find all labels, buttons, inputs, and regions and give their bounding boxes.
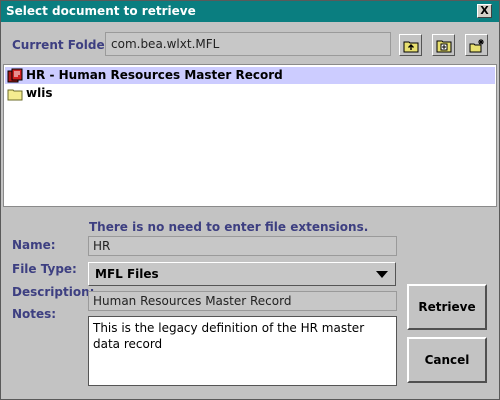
chevron-down-icon[interactable] <box>376 271 388 278</box>
notes-textarea[interactable]: This is the legacy definition of the HR … <box>88 316 397 386</box>
window-title: Select document to retrieve <box>6 4 196 18</box>
current-folder-label: Current Folder: <box>12 38 116 52</box>
description-field[interactable]: Human Resources Master Record <box>88 291 397 311</box>
file-list[interactable]: HR - Human Resources Master Record wlis <box>3 64 497 207</box>
document-icon <box>7 68 23 83</box>
file-item-wlis[interactable]: wlis <box>5 85 495 102</box>
folder-up-icon <box>403 41 419 53</box>
close-button[interactable]: X <box>477 4 492 18</box>
home-folder-button[interactable] <box>432 34 455 56</box>
retrieve-button[interactable]: Retrieve <box>407 284 487 330</box>
dialog-window: Select document to retrieve X Current Fo… <box>0 0 500 400</box>
new-folder-icon <box>469 39 484 53</box>
folder-home-icon <box>436 40 452 53</box>
file-type-value: MFL Files <box>95 267 159 281</box>
new-folder-button[interactable] <box>465 34 488 56</box>
file-item-hr[interactable]: HR - Human Resources Master Record <box>5 67 495 84</box>
file-type-label: File Type: <box>12 262 77 276</box>
notes-label: Notes: <box>12 307 57 321</box>
current-folder-field: com.bea.wlxt.MFL <box>105 32 391 56</box>
description-label: Description: <box>12 285 95 299</box>
folder-up-button[interactable] <box>399 34 422 56</box>
file-item-label: wlis <box>26 86 53 100</box>
file-type-select[interactable]: MFL Files <box>88 262 396 286</box>
name-label: Name: <box>12 238 56 252</box>
folder-icon <box>7 89 23 101</box>
title-bar[interactable]: Select document to retrieve X <box>1 1 499 22</box>
name-field[interactable]: HR <box>88 236 397 256</box>
file-item-label: HR - Human Resources Master Record <box>26 68 283 82</box>
cancel-button[interactable]: Cancel <box>407 337 487 383</box>
extension-hint: There is no need to enter file extension… <box>89 220 369 234</box>
